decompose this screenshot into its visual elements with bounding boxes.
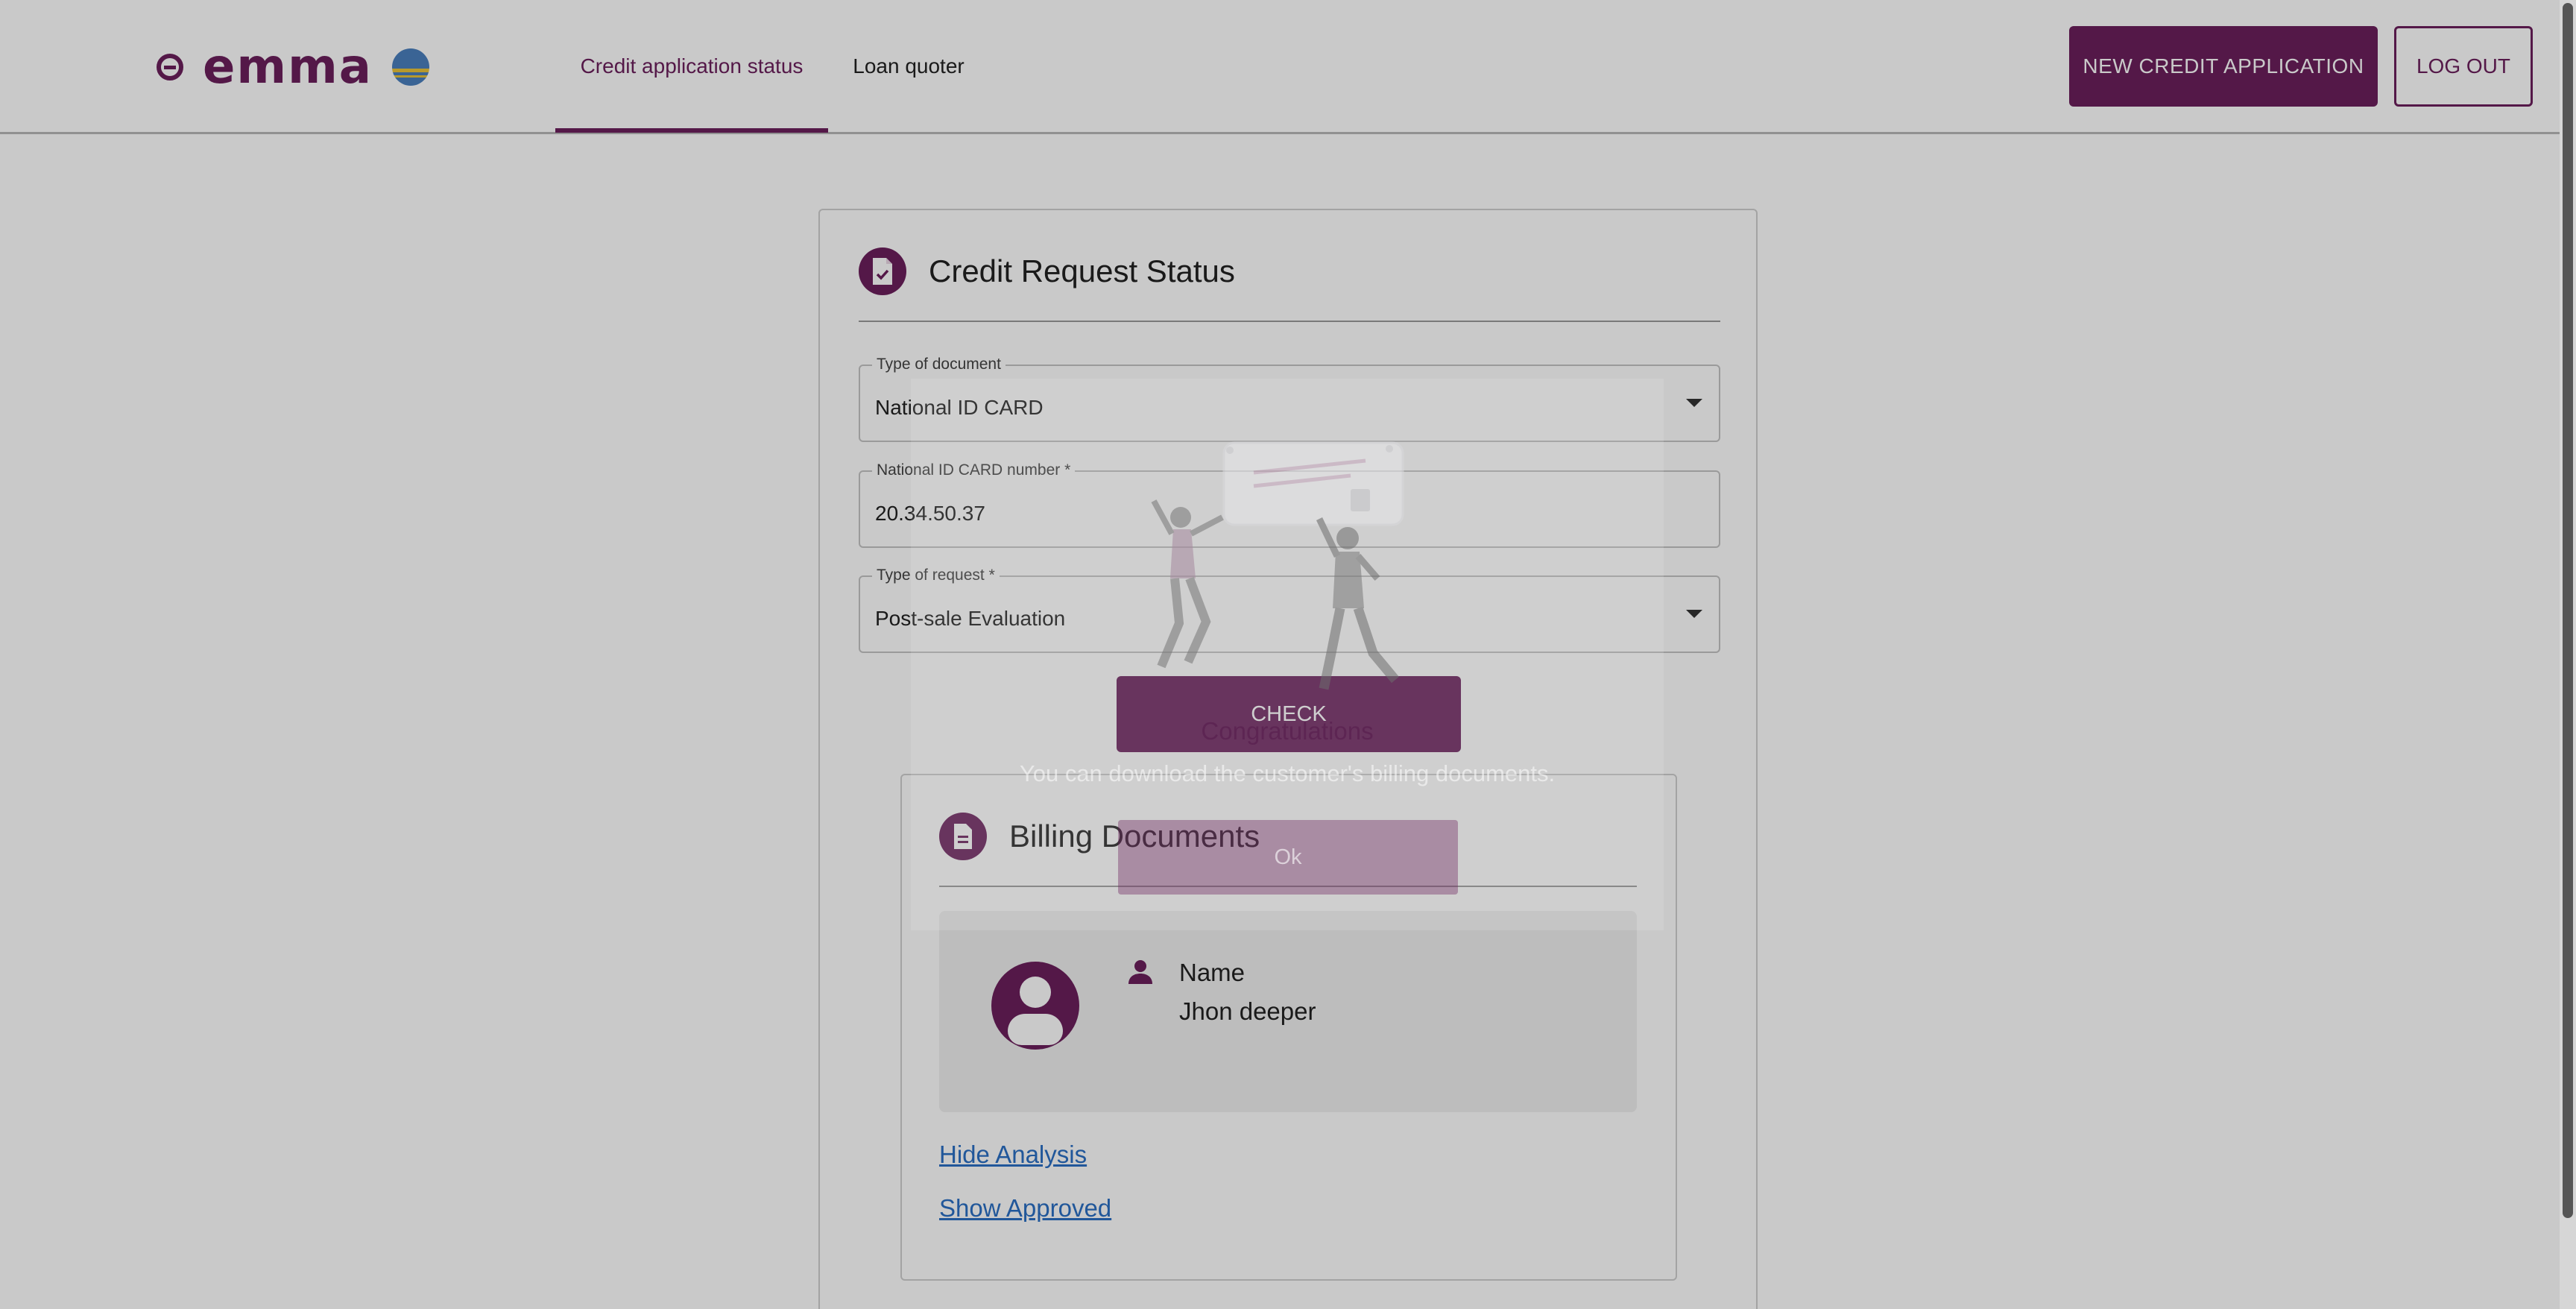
celebration-illustration	[1151, 441, 1404, 690]
ok-button[interactable]: Ok	[1118, 820, 1458, 895]
success-dialog: Congratulations You can download the cus…	[911, 379, 1664, 930]
scrollbar-thumb[interactable]	[2563, 3, 2573, 1218]
dialog-message: You can download the customer's billing …	[1019, 760, 1556, 786]
dialog-title: Congratulations	[1201, 717, 1374, 745]
